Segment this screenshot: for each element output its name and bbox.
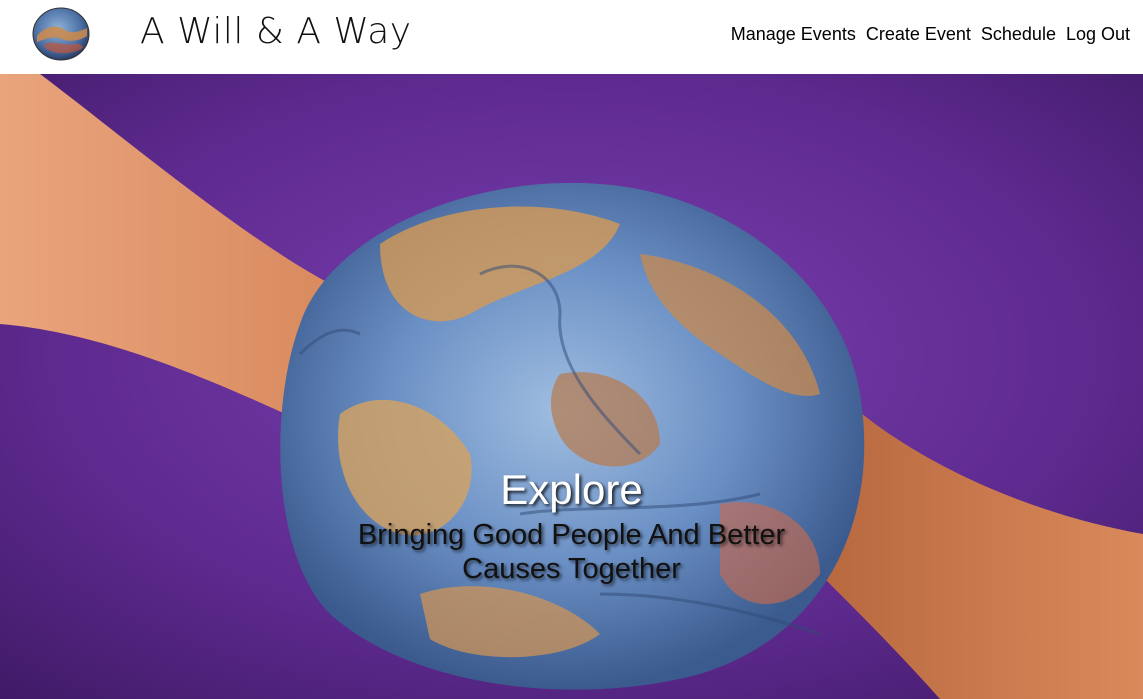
- hero-text-block: Explore Bringing Good People And Better …: [0, 464, 1143, 586]
- nav-manage-events[interactable]: Manage Events: [731, 24, 856, 45]
- hero-title: Explore: [500, 466, 643, 513]
- site-title[interactable]: A Will & A Way: [140, 11, 412, 52]
- globe-painted-hands-illustration: [0, 74, 1143, 699]
- nav-log-out[interactable]: Log Out: [1066, 24, 1130, 45]
- nav-schedule[interactable]: Schedule: [981, 24, 1056, 45]
- hero-subtitle: Bringing Good People And Better Causes T…: [357, 519, 786, 585]
- nav-create-event[interactable]: Create Event: [866, 24, 971, 45]
- globe-hands-icon[interactable]: [31, 6, 91, 62]
- top-header: A Will & A Way Manage Events Create Even…: [0, 0, 1143, 74]
- main-nav: Manage Events Create Event Schedule Log …: [731, 24, 1130, 45]
- hero-banner: Explore Bringing Good People And Better …: [0, 74, 1143, 699]
